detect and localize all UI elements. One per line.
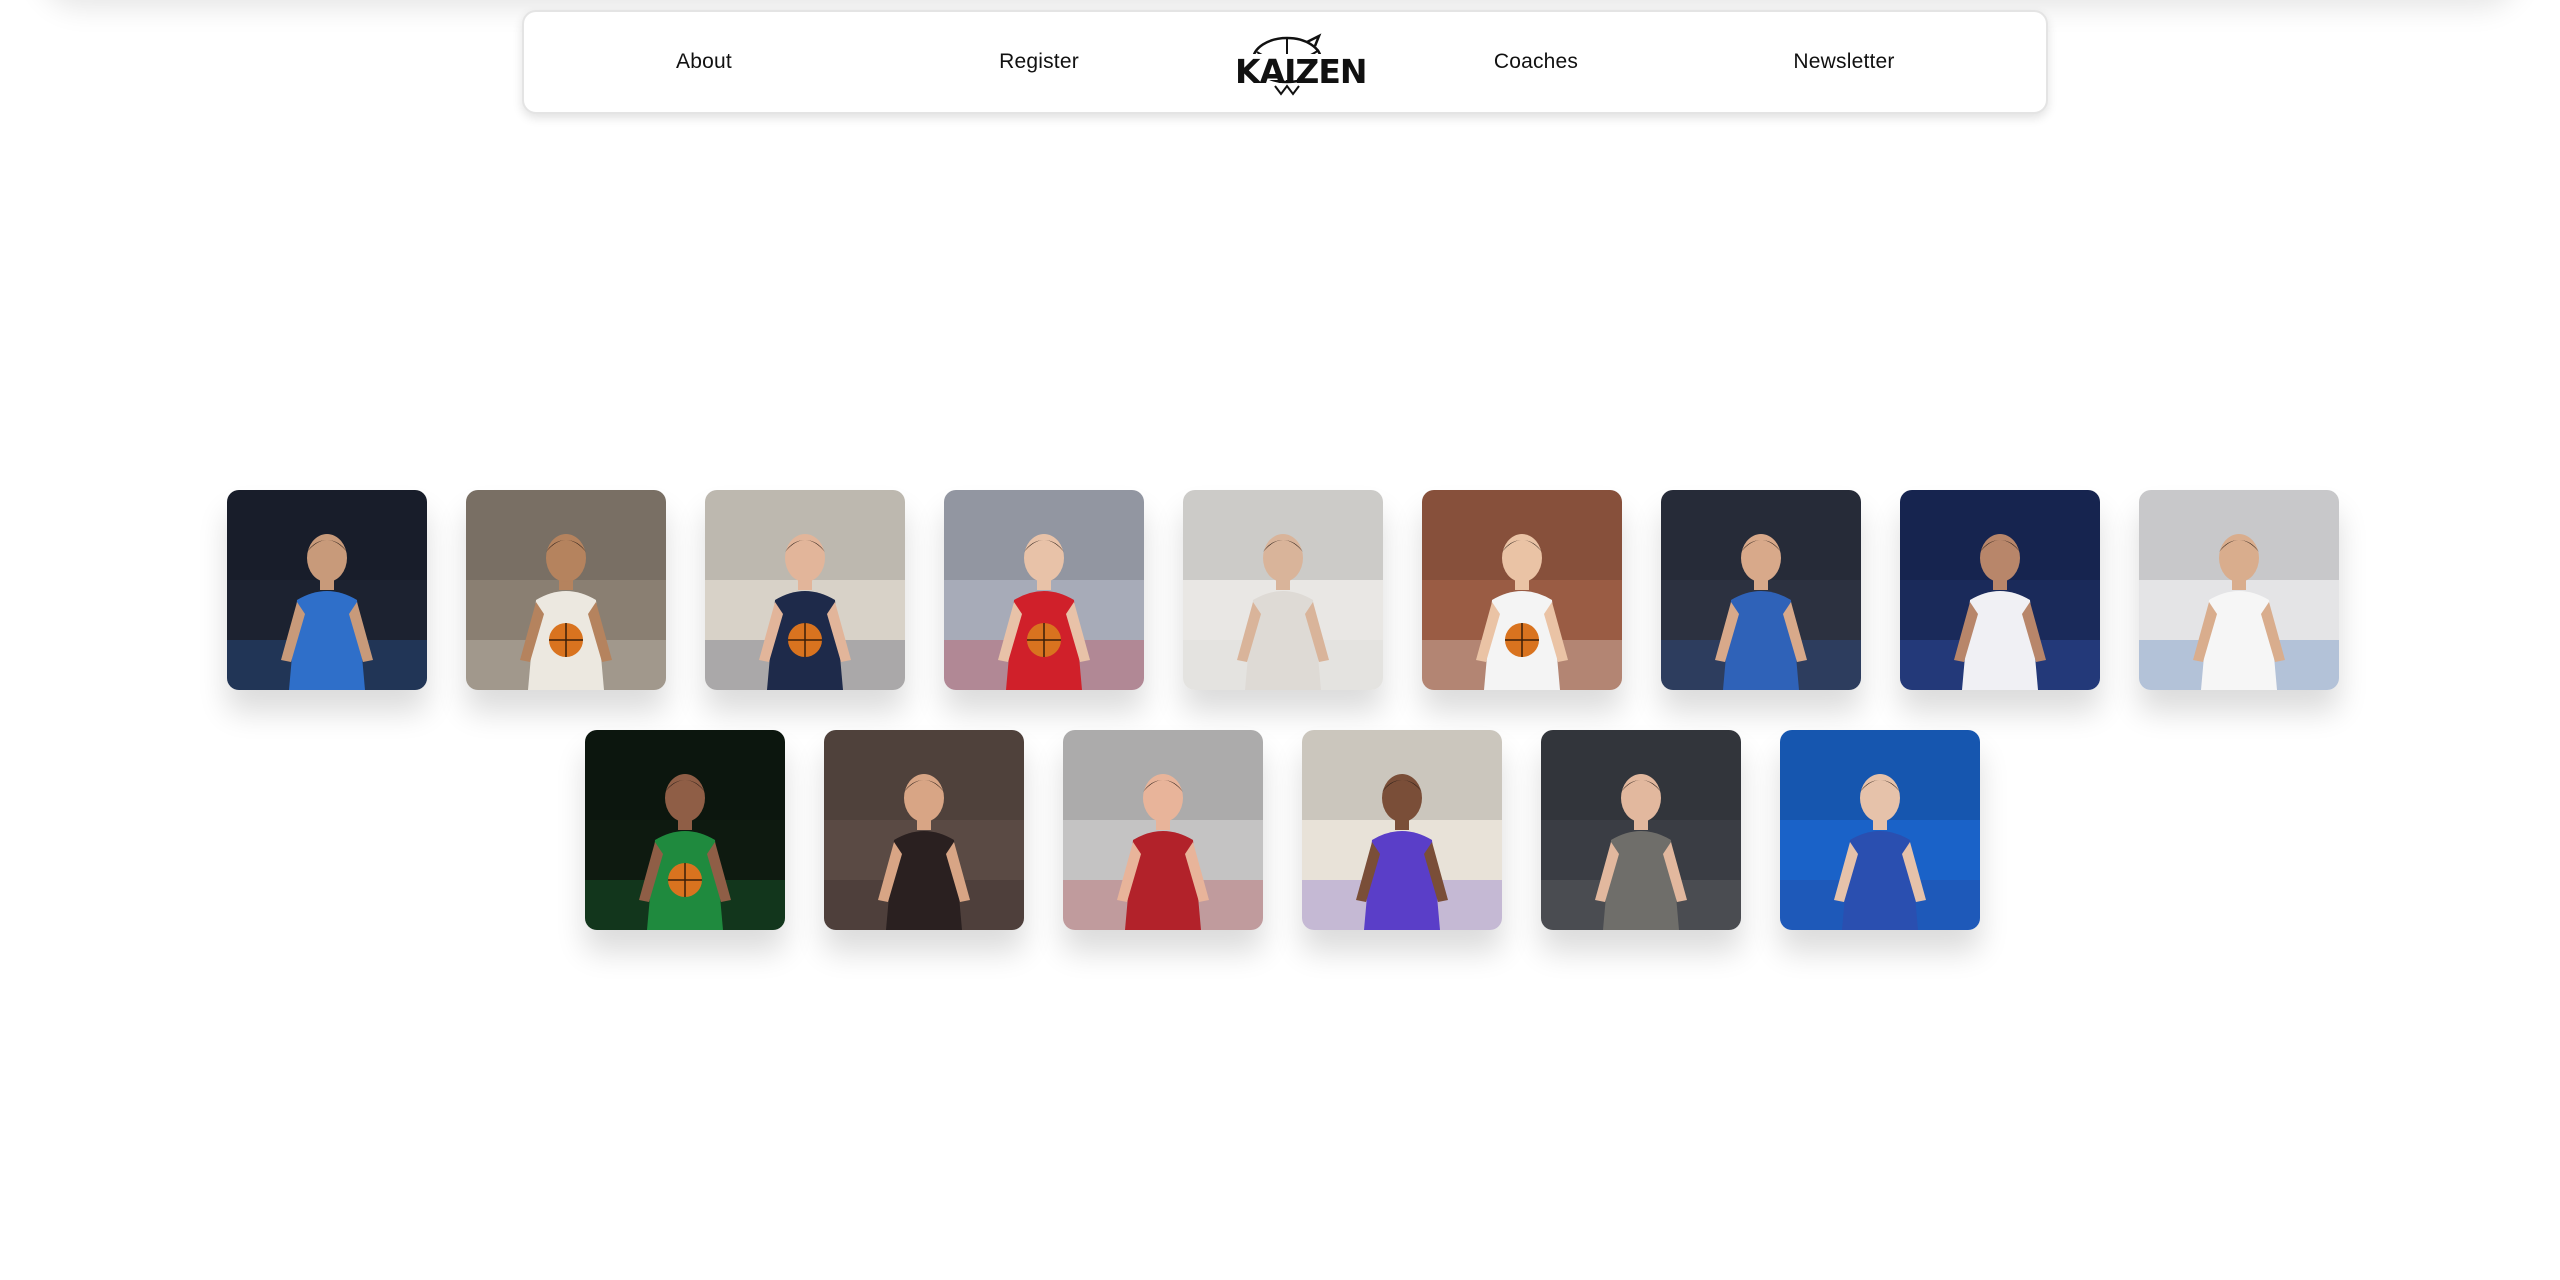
photo-image (1780, 730, 1980, 930)
photo-image (1302, 730, 1502, 930)
photo-image (1422, 490, 1622, 690)
gallery-photo-player-navy-jersey-with-ball[interactable] (705, 490, 905, 690)
gallery-photo-player-white-red-jersey-11-ncaa-ball[interactable] (1422, 490, 1622, 690)
gallery-photo-player-white-jacket-portrait[interactable] (1183, 490, 1383, 690)
photo-image (1900, 490, 2100, 690)
photo-image (1661, 490, 1861, 690)
photo-image (2139, 490, 2339, 690)
photo-image (705, 490, 905, 690)
gallery-photo-player-medal-champions-shirt[interactable] (2139, 490, 2339, 690)
gallery-photo-player-shooting-white-jersey-1[interactable] (1900, 490, 2100, 690)
photo-image (1063, 730, 1263, 930)
gallery-photo-player-white-jersey-7-with-ball[interactable] (466, 490, 666, 690)
photo-image (227, 490, 427, 690)
gallery-photo-player-purple-jersey-35-coach[interactable] (1302, 730, 1502, 930)
photo-image (466, 490, 666, 690)
photo-image (1183, 490, 1383, 690)
photo-image (944, 490, 1144, 690)
photo-image (585, 730, 785, 930)
photo-image (1541, 730, 1741, 930)
gallery-photo-coach-cap-blue-jacket[interactable] (1661, 490, 1861, 690)
gallery-photo-player-black-jersey-13-court[interactable] (824, 730, 1024, 930)
gallery-photo-player-red-canada-jersey-7[interactable] (944, 490, 1144, 690)
gallery-photo-coach-blue-crouching-court[interactable] (1780, 730, 1980, 930)
page: About Register KAIZEN Coaches Newsletter (0, 0, 2560, 1280)
photo-gallery (0, 0, 2560, 1280)
photo-image (824, 730, 1024, 930)
gallery-photo-player-green-jersey-12-spinning-ball[interactable] (585, 730, 785, 930)
gallery-photo-coach-blue-jacket-sideline[interactable] (227, 490, 427, 690)
gallery-photo-coach-suit-pointing[interactable] (1541, 730, 1741, 930)
gallery-photo-coach-red-shirt-closeup[interactable] (1063, 730, 1263, 930)
